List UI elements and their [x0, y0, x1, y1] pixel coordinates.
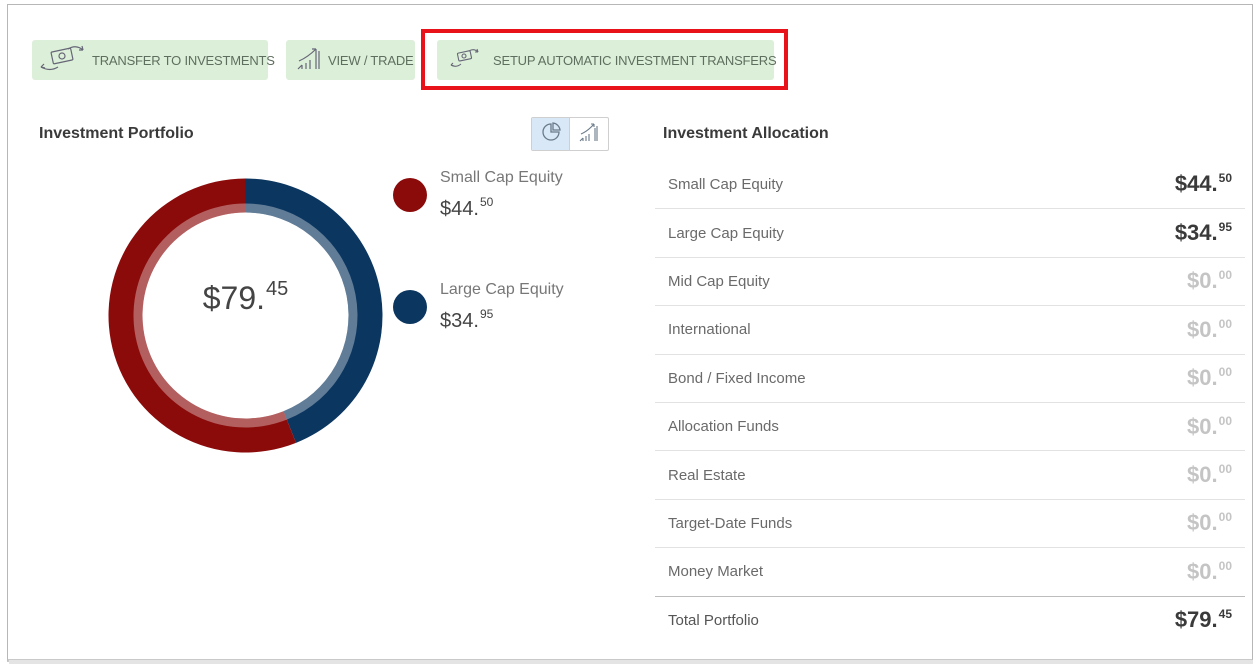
allocation-row: Large Cap Equity $34.95: [655, 208, 1245, 256]
allocation-value-cents: 00: [1218, 413, 1232, 428]
total-portfolio-value: $79.45: [1175, 607, 1232, 633]
allocation-name: Allocation Funds: [668, 418, 779, 436]
legend-name: Small Cap Equity: [440, 169, 563, 186]
allocation-value-cents: 00: [1218, 365, 1232, 380]
allocation-row: Allocation Funds $0.00: [655, 401, 1245, 450]
allocation-value: $0.00: [1187, 414, 1232, 440]
allocation-row: Real Estate $0.00: [655, 450, 1245, 498]
allocation-value-cents: 00: [1218, 510, 1232, 525]
allocation-title: Investment Allocation: [663, 125, 829, 142]
transfer-to-investments-label: TRANSFER TO INVESTMENTS: [92, 52, 275, 68]
transfer-to-investments-button[interactable]: TRANSFER TO INVESTMENTS: [32, 40, 275, 80]
legend-value-whole: $34.: [440, 310, 479, 332]
allocation-name: Large Cap Equity: [668, 224, 784, 242]
panel-shadow: [9, 660, 1253, 664]
legend-name: Large Cap Equity: [440, 281, 564, 298]
allocation-row: Target-Date Funds $0.00: [655, 498, 1245, 547]
allocation-name: Bond / Fixed Income: [668, 369, 806, 387]
allocation-value: $0.00: [1187, 559, 1232, 585]
allocation-value-cents: 00: [1218, 268, 1232, 283]
allocation-row: International $0.00: [655, 305, 1245, 353]
allocation-name: Real Estate: [668, 466, 746, 484]
pie-view-toggle[interactable]: [532, 118, 570, 150]
allocation-table: Small Cap Equity $44.50 Large Cap Equity $…: [655, 160, 1245, 644]
highlight-annotation: [421, 29, 788, 90]
growth-chart-icon: [578, 121, 600, 148]
chart-view-toggle: [531, 117, 609, 151]
allocation-value-whole: $44.: [1174, 171, 1218, 197]
allocation-value: $34.95: [1175, 220, 1232, 246]
legend-value-cents: 50: [479, 195, 494, 209]
legend-swatch: [393, 290, 427, 324]
growth-view-toggle[interactable]: [570, 118, 608, 150]
total-portfolio-row: Total Portfolio $79.45: [655, 595, 1245, 644]
allocation-value-whole: $0.: [1187, 558, 1218, 584]
allocation-value-cents: 50: [1218, 171, 1232, 186]
allocation-value-cents: 95: [1218, 220, 1232, 235]
allocation-value-whole: $0.: [1187, 316, 1218, 342]
view-trade-label: VIEW / TRADE: [328, 52, 414, 68]
allocation-value: $44.50: [1175, 171, 1232, 197]
legend-value: $34.95: [440, 307, 493, 333]
allocation-name: Money Market: [668, 563, 764, 581]
legend-value-cents: 95: [479, 307, 494, 321]
portfolio-total-whole: $79.: [202, 280, 266, 316]
total-portfolio-whole: $79.: [1174, 607, 1218, 633]
allocation-name: International: [668, 321, 751, 339]
allocation-value: $0.00: [1187, 268, 1232, 294]
allocation-value-whole: $0.: [1187, 510, 1218, 536]
allocation-value-whole: $0.: [1187, 462, 1218, 488]
pie-chart-icon: [540, 121, 562, 148]
total-portfolio-name: Total Portfolio: [668, 611, 759, 629]
total-portfolio-cents: 45: [1218, 607, 1232, 622]
allocation-row: Money Market $0.00: [655, 547, 1245, 595]
allocation-value: $0.00: [1187, 365, 1232, 391]
portfolio-total-cents: 45: [266, 278, 289, 300]
allocation-value-cents: 00: [1218, 462, 1232, 477]
allocation-value-cents: 00: [1218, 316, 1232, 331]
allocation-row: Bond / Fixed Income $0.00: [655, 353, 1245, 402]
allocation-value: $0.00: [1187, 317, 1232, 343]
allocation-value-whole: $34.: [1174, 220, 1218, 246]
allocation-name: Mid Cap Equity: [668, 272, 770, 290]
legend-value-whole: $44.: [440, 198, 479, 220]
allocation-value-whole: $0.: [1187, 413, 1218, 439]
allocation-value: $0.00: [1187, 510, 1232, 536]
portfolio-total-value: $79.45: [108, 278, 383, 317]
allocation-row: Small Cap Equity $44.50: [655, 160, 1245, 208]
allocation-name: Small Cap Equity: [668, 175, 784, 193]
allocation-value-whole: $0.: [1187, 268, 1218, 294]
money-transfer-icon: [38, 45, 86, 76]
portfolio-title: Investment Portfolio: [39, 125, 194, 142]
allocation-value: $0.00: [1187, 462, 1232, 488]
growth-chart-icon: [296, 45, 322, 76]
allocation-name: Target-Date Funds: [668, 514, 793, 532]
legend-swatch: [393, 178, 427, 212]
allocation-row: Mid Cap Equity $0.00: [655, 256, 1245, 305]
allocation-value-cents: 00: [1218, 558, 1232, 573]
allocation-value-whole: $0.: [1187, 365, 1218, 391]
view-trade-button[interactable]: VIEW / TRADE: [286, 40, 415, 80]
legend-value: $44.50: [440, 195, 493, 221]
